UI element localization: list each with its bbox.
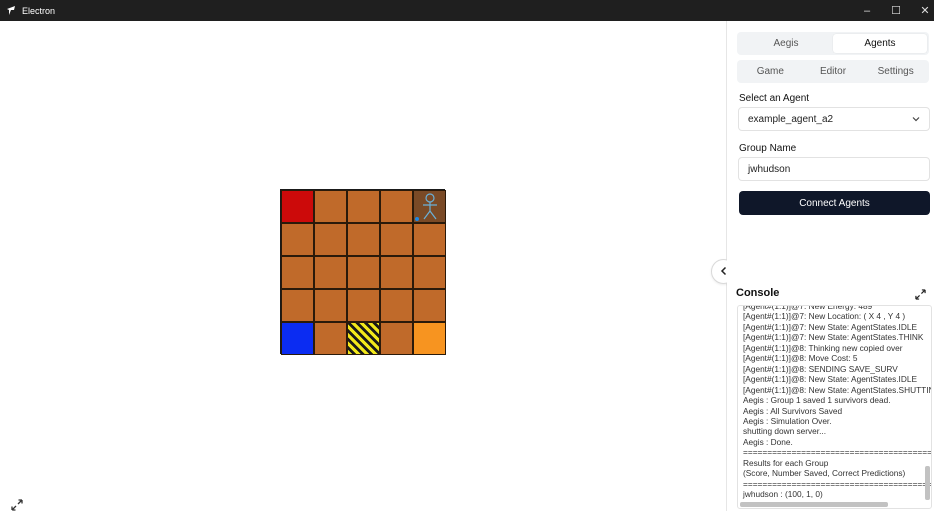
select-agent-label: Select an Agent: [739, 93, 810, 104]
grid-cell[interactable]: [314, 322, 347, 355]
console-line: Results for each Group: [743, 457, 829, 468]
console-line: [Agent#(1:1)]@8: Thinking new copied ove…: [743, 342, 903, 353]
grid-cell[interactable]: [413, 190, 446, 223]
grid-cell[interactable]: [347, 256, 380, 289]
tab-aegis[interactable]: Aegis: [739, 34, 833, 53]
tab-settings[interactable]: Settings: [864, 62, 927, 81]
grid-cell[interactable]: [281, 322, 314, 355]
console-line: ========================================: [743, 447, 932, 458]
simulation-canvas[interactable]: [0, 21, 726, 511]
grid-cell[interactable]: [281, 289, 314, 322]
console-line: [Agent#(1:1)]@8: SENDING SAVE_SURV: [743, 363, 898, 374]
console-horizontal-scrollbar[interactable]: [740, 502, 888, 507]
grid-cell[interactable]: [314, 256, 347, 289]
grid-cell[interactable]: [413, 322, 446, 355]
side-panel: Aegis Agents Game Editor Settings Select…: [727, 21, 934, 511]
console-line: jwhudson : (100, 1, 0): [743, 489, 823, 500]
grid-cell[interactable]: [347, 223, 380, 256]
grid-cell[interactable]: [380, 256, 413, 289]
person-icon: [420, 193, 440, 226]
window-title: Electron: [22, 5, 56, 16]
top-tabs: Aegis Agents: [737, 32, 929, 55]
group-name-value: jwhudson: [748, 163, 791, 175]
expand-console-icon[interactable]: [913, 287, 927, 301]
grid-cell[interactable]: [413, 289, 446, 322]
grid-cell[interactable]: [314, 289, 347, 322]
grid-cell[interactable]: [281, 256, 314, 289]
connect-agents-button[interactable]: Connect Agents: [739, 191, 930, 215]
console-title: Console: [736, 287, 780, 299]
agent-select-value: example_agent_a2: [748, 113, 834, 125]
sub-tabs: Game Editor Settings: [737, 60, 929, 83]
grid-cell[interactable]: [347, 289, 380, 322]
chevron-down-icon: [911, 114, 921, 127]
grid-cell[interactable]: [380, 322, 413, 355]
console-vertical-scrollbar[interactable]: [925, 466, 930, 500]
console-line: ========================================: [743, 478, 932, 489]
console-line: [Agent#(1:1)]@8: New State: AgentStates.…: [743, 374, 917, 385]
console-line: Aegis : Done.: [743, 436, 793, 447]
console-line: Aegis : Simulation Over.: [743, 415, 832, 426]
minimize-button[interactable]: –: [852, 0, 882, 21]
console-line: (Score, Number Saved, Correct Prediction…: [743, 468, 906, 479]
grid-cell[interactable]: [413, 256, 446, 289]
grid-cell[interactable]: [380, 223, 413, 256]
console-lines: [Agent#(1:1)]@7: New Energy: 489 [Agent#(…: [743, 306, 932, 500]
group-name-input[interactable]: jwhudson: [738, 157, 930, 181]
grid-cell[interactable]: [314, 190, 347, 223]
console-line: [Agent#(1:1)]@7: New State: AgentStates.…: [743, 332, 924, 343]
grid-cell[interactable]: [380, 289, 413, 322]
tab-agents[interactable]: Agents: [833, 34, 927, 53]
console-line: [Agent#(1:1)]@7: New Location: ( X 4 , Y…: [743, 311, 906, 322]
electron-app-icon: [5, 5, 17, 17]
console-line: shutting down server...: [743, 426, 827, 437]
grid-cell[interactable]: [347, 322, 380, 355]
console-line: Aegis : All Survivors Saved: [743, 405, 843, 416]
console-output[interactable]: [Agent#(1:1)]@7: New Energy: 489 [Agent#(…: [737, 305, 932, 509]
console-line: [Agent#(1:1)]@7: New State: AgentStates.…: [743, 321, 917, 332]
tab-game[interactable]: Game: [739, 62, 802, 81]
agent-marker: [415, 217, 419, 221]
grid-cell[interactable]: [281, 190, 314, 223]
grid-cell[interactable]: [380, 190, 413, 223]
grid-cell[interactable]: [347, 190, 380, 223]
maximize-button[interactable]: ☐: [881, 0, 911, 21]
group-name-label: Group Name: [739, 143, 797, 154]
close-button[interactable]: ✕: [910, 0, 934, 21]
agent-select[interactable]: example_agent_a2: [738, 107, 930, 131]
tab-editor[interactable]: Editor: [802, 62, 865, 81]
grid-cell[interactable]: [281, 223, 314, 256]
console-line: Aegis : Group 1 saved 1 survivors dead.: [743, 395, 891, 406]
world-grid[interactable]: [280, 189, 446, 355]
grid-cell[interactable]: [314, 223, 347, 256]
console-line: [Agent#(1:1)]@8: Move Cost: 5: [743, 353, 858, 364]
title-bar: Electron – ☐ ✕: [0, 0, 934, 21]
grid-cell[interactable]: [413, 223, 446, 256]
console-line: [Agent#(1:1)]@8: New State: AgentStates.…: [743, 384, 931, 395]
